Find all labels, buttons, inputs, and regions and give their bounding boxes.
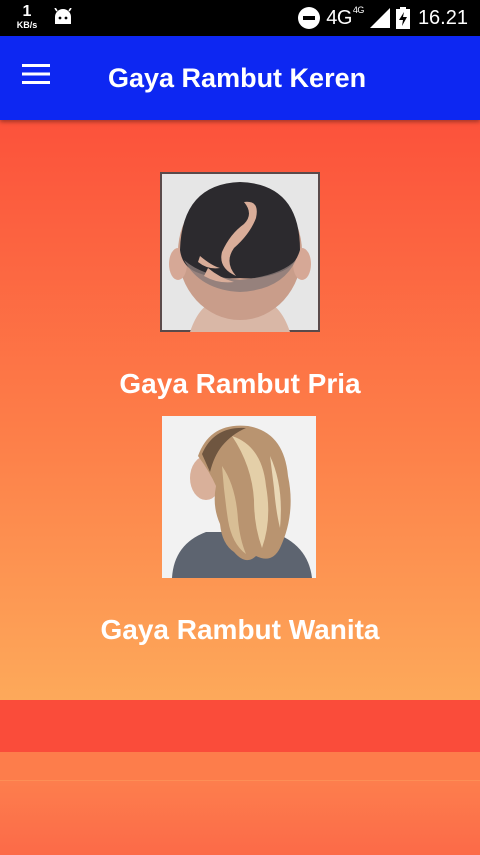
network-type-small: 4G (352, 4, 365, 15)
menu-button[interactable] (20, 63, 62, 95)
signal-icon (369, 8, 390, 28)
footer-area (0, 700, 480, 855)
menu-item-mens-hairstyle[interactable]: Gaya Rambut Pria (0, 368, 480, 400)
footer-band-light (0, 752, 480, 780)
footer-band (0, 700, 480, 752)
footer-bottom (0, 780, 480, 855)
network-speed-unit: KB/s (16, 20, 38, 30)
network-type-label: 4G (326, 6, 352, 29)
status-bar: 1 KB/s 4G4G 16.21 (0, 0, 480, 36)
womens-hairstyle-photo[interactable] (162, 416, 316, 578)
battery-charging-icon (395, 7, 410, 29)
mens-haircut-photo[interactable] (160, 172, 320, 332)
app-title: Gaya Rambut Keren (108, 63, 367, 93)
network-type: 4G4G (326, 4, 365, 30)
hamburger-menu-icon (22, 64, 50, 84)
do-not-disturb-icon (298, 7, 321, 29)
menu-item-womens-hairstyle[interactable]: Gaya Rambut Wanita (0, 614, 480, 646)
android-icon (54, 8, 72, 24)
clock: 16.21 (417, 6, 468, 29)
network-speed-value: 1 (22, 3, 32, 20)
main-content: Gaya Rambut Pria Gaya Rambut Wanita (0, 120, 480, 700)
network-speed: 1 KB/s (12, 4, 42, 30)
app-bar: Gaya Rambut Keren (0, 36, 480, 120)
